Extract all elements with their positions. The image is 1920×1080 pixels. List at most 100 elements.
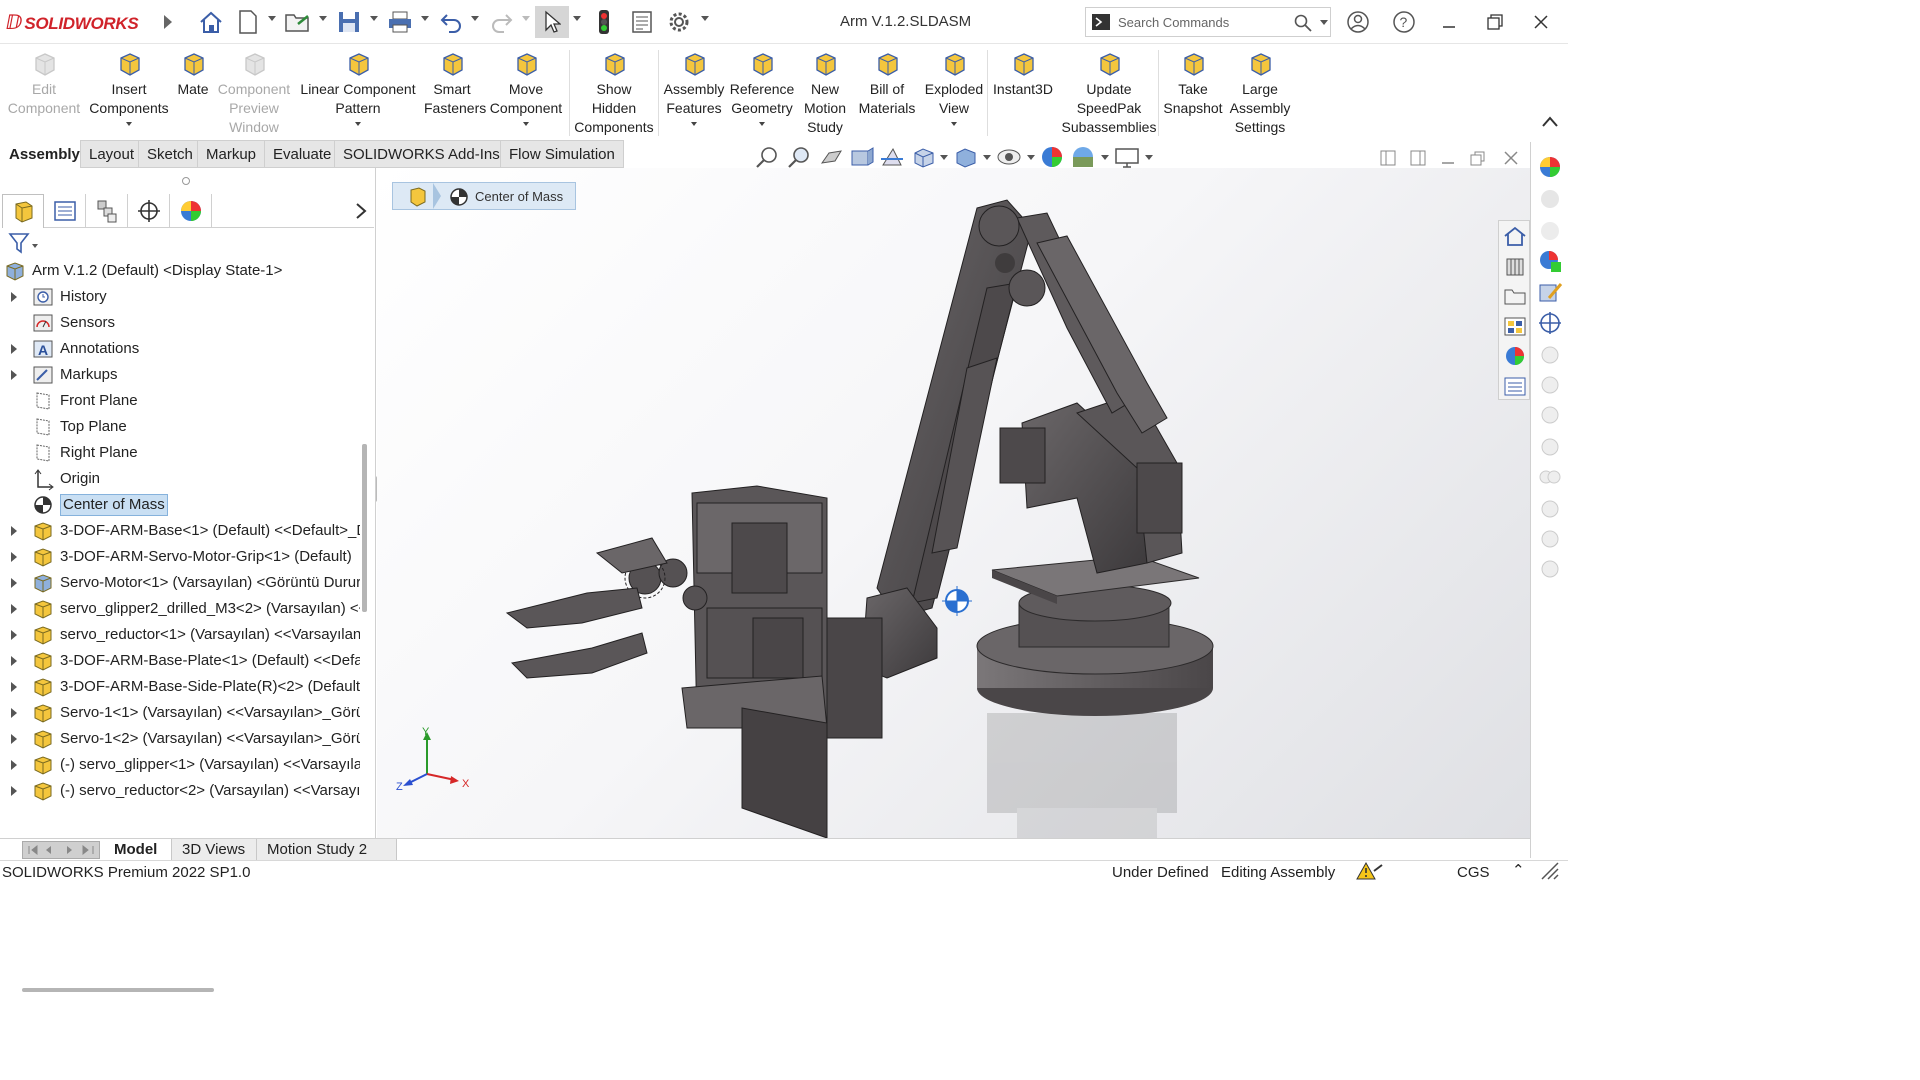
open-dropdown[interactable] <box>319 16 327 21</box>
render-preview-icon[interactable] <box>1537 372 1563 398</box>
ribbon-button-motion-study[interactable]: New Motion Study <box>799 48 851 137</box>
appearances-icon[interactable] <box>1503 345 1527 367</box>
resize-grip-icon[interactable] <box>1538 861 1562 881</box>
ribbon-button-linear-pattern[interactable]: Linear Component Pattern <box>298 48 418 126</box>
display-style-dropdown[interactable] <box>983 155 991 160</box>
hide-show-items-icon[interactable] <box>995 145 1023 169</box>
close-icon[interactable] <box>1525 6 1557 38</box>
new-document-dropdown[interactable] <box>268 16 276 21</box>
tree-vertical-scrollbar[interactable] <box>362 444 367 612</box>
view-settings-icon[interactable] <box>1113 145 1141 169</box>
tree-item[interactable]: (-) servo_glipper<1> (Varsayılan) <<Vars… <box>0 752 360 778</box>
tab-evaluate[interactable]: Evaluate <box>264 140 341 168</box>
collapse-ribbon-icon[interactable] <box>1541 114 1559 131</box>
rendering-icon[interactable] <box>1537 248 1563 274</box>
configuration-manager-tab[interactable] <box>86 194 128 228</box>
viewport-close-icon[interactable] <box>1502 149 1520 167</box>
tab-markup[interactable]: Markup <box>197 140 266 168</box>
save-icon[interactable] <box>333 6 365 38</box>
view-orientation-icon[interactable] <box>911 145 937 169</box>
expand-arrow-icon[interactable] <box>11 552 17 562</box>
expand-arrow-icon[interactable] <box>11 734 17 744</box>
solidworks-logo[interactable]: ⅅ SOLIDWORKS <box>6 10 139 35</box>
tree-item[interactable]: Servo-1<2> (Varsayılan) <<Varsayılan>_Gö… <box>0 726 360 752</box>
ribbon-button-camera[interactable]: Take Snapshot <box>1160 48 1226 118</box>
chevron-down-icon[interactable] <box>355 122 361 126</box>
ribbon-button-large-assembly[interactable]: Large Assembly Settings <box>1226 48 1294 137</box>
selection-breadcrumb[interactable]: Center of Mass <box>392 182 576 210</box>
ribbon-button-show-hidden[interactable]: Show Hidden Components <box>572 48 656 137</box>
view-orientation-dropdown[interactable] <box>940 155 948 160</box>
dynamic-annotation-icon[interactable] <box>879 145 905 169</box>
property-manager-tab[interactable] <box>44 194 86 228</box>
user-account-icon[interactable] <box>1342 6 1374 38</box>
expand-arrow-icon[interactable] <box>11 630 17 640</box>
expand-menu-icon[interactable] <box>152 6 184 38</box>
tree-item[interactable]: servo_reductor<1> (Varsayılan) <<Varsayı… <box>0 622 360 648</box>
tree-item[interactable]: Markups <box>0 362 360 388</box>
chevron-right-icon[interactable] <box>354 202 368 223</box>
viewport-minimize-icon[interactable] <box>1439 149 1457 167</box>
tree-item[interactable]: Servo-1<1> (Varsayılan) <<Varsayılan>_Gö… <box>0 700 360 726</box>
ribbon-button-insert-components[interactable]: Insert Components <box>86 48 172 126</box>
select-cursor-icon[interactable] <box>535 6 569 38</box>
custom-properties-icon[interactable] <box>1503 375 1527 397</box>
chevron-down-icon[interactable] <box>691 122 697 126</box>
expand-arrow-icon[interactable] <box>11 682 17 692</box>
expand-arrow-icon[interactable] <box>11 370 17 380</box>
tree-item[interactable]: Origin <box>0 466 360 492</box>
tree-item[interactable]: (-) servo_reductor<2> (Varsayılan) <<Var… <box>0 778 360 804</box>
ribbon-button-preview-window[interactable]: Component Preview Window <box>214 48 294 137</box>
units-caret-icon[interactable]: ⌃ <box>1512 861 1525 879</box>
save-dropdown[interactable] <box>370 16 378 21</box>
print-icon[interactable] <box>384 6 416 38</box>
robot-arm-model[interactable] <box>377 168 1530 838</box>
chevron-down-icon[interactable] <box>523 122 529 126</box>
viewport-restore-icon[interactable] <box>1469 149 1487 167</box>
hide-show-dropdown[interactable] <box>1027 155 1035 160</box>
expand-arrow-icon[interactable] <box>11 604 17 614</box>
graphics-area[interactable]: Y X Z <box>377 168 1530 838</box>
redo-dropdown[interactable] <box>522 16 530 21</box>
apply-scene-dropdown[interactable] <box>1101 155 1109 160</box>
integrated-preview-icon[interactable] <box>1537 526 1563 552</box>
split-left-icon[interactable] <box>1379 149 1397 167</box>
edit-material-icon[interactable] <box>1537 280 1563 306</box>
tree-item[interactable]: Top Plane <box>0 414 360 440</box>
tree-item[interactable]: Center of Mass <box>0 492 360 518</box>
tree-item[interactable]: Arm V.1.2 (Default) <Display State-1> <box>0 258 360 284</box>
redo-icon[interactable] <box>486 6 518 38</box>
expand-arrow-icon[interactable] <box>11 708 17 718</box>
tree-item[interactable]: servo_glipper2_drilled_M3<2> (Varsayılan… <box>0 596 360 622</box>
ribbon-button-assembly-features[interactable]: Assembly Features <box>662 48 726 126</box>
expand-arrow-icon[interactable] <box>11 578 17 588</box>
final-render-icon[interactable] <box>1537 402 1563 428</box>
tab-sketch[interactable]: Sketch <box>138 140 202 168</box>
bottom-tab-motion-study-2[interactable]: Motion Study 2 <box>257 839 397 861</box>
tree-item[interactable]: A Annotations <box>0 336 360 362</box>
undo-dropdown[interactable] <box>471 16 479 21</box>
section-view-icon[interactable] <box>849 145 875 169</box>
unit-system[interactable]: CGS <box>1457 864 1490 881</box>
ribbon-button-speedpak[interactable]: Update SpeedPak Subassemblies <box>1061 48 1157 137</box>
tab-solidworks-add-ins[interactable]: SOLIDWORKS Add-Ins <box>334 140 509 168</box>
bottom-tab-3d-views[interactable]: 3D Views <box>172 839 257 861</box>
tab-layout[interactable]: Layout <box>80 140 144 168</box>
view-settings-dropdown[interactable] <box>1145 155 1153 160</box>
tree-item[interactable]: History <box>0 284 360 310</box>
schedule-render-icon[interactable] <box>1537 464 1563 490</box>
expand-arrow-icon[interactable] <box>11 656 17 666</box>
home-view-icon[interactable] <box>1503 225 1527 247</box>
chevron-down-icon[interactable] <box>759 122 765 126</box>
rebuild-traffic-light-icon[interactable] <box>588 6 620 38</box>
display-manager-tab[interactable] <box>170 194 212 228</box>
feature-tree-tab[interactable] <box>2 194 44 228</box>
ribbon-button-exploded-view[interactable]: Exploded View <box>922 48 986 126</box>
tree-item[interactable]: 3-DOF-ARM-Servo-Motor-Grip<1> (Default) <box>0 544 360 570</box>
ribbon-button-smart-fasteners[interactable]: Smart Fasteners <box>424 48 486 118</box>
chevron-down-icon[interactable] <box>126 122 132 126</box>
render-region-icon[interactable] <box>1537 342 1563 368</box>
tree-item[interactable]: Servo-Motor<1> (Varsayılan) <Görüntü Dur… <box>0 570 360 596</box>
apply-scene-icon[interactable] <box>1069 145 1097 169</box>
expand-arrow-icon[interactable] <box>11 292 17 302</box>
